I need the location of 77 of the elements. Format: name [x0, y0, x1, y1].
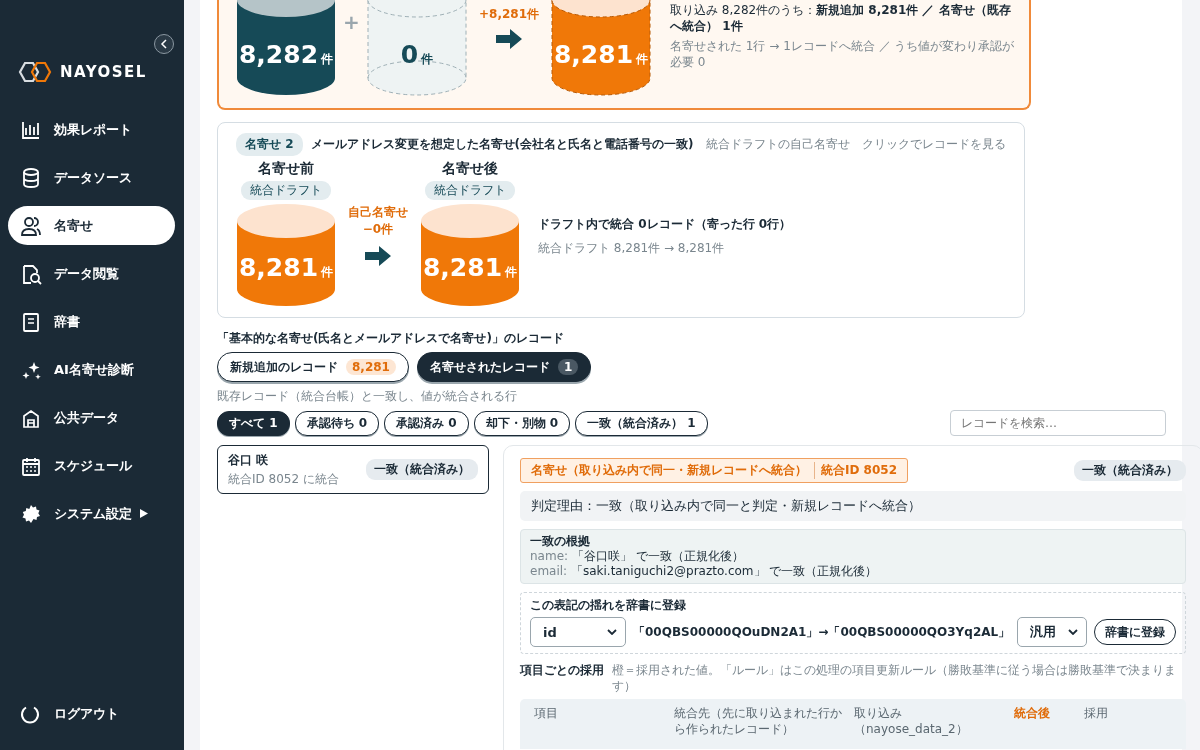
stage-tag: 統合ドラフト: [241, 181, 331, 200]
count-badge: 8,281: [346, 359, 396, 375]
column-header: 統合後: [1014, 705, 1051, 722]
evidence-title: 一致の根拠: [530, 534, 591, 549]
record-name: 谷口 咲: [228, 451, 270, 469]
evidence-line: name: 「谷口咲」 で一致（正規化後）: [530, 549, 745, 564]
filter-chip[interactable]: 承認待ち 0: [294, 410, 380, 436]
summary-text: ドラフト内で統合 0レコード（寄った行 0行）: [538, 216, 792, 233]
record-count: 8,282 件: [238, 40, 334, 69]
logout-link[interactable]: ログアウト: [20, 704, 184, 724]
note-text: 統合ドラフトの自己名寄せ: [705, 136, 850, 153]
document-search-icon: [20, 262, 42, 285]
nav-item[interactable]: データソース: [8, 158, 175, 197]
detail-text: 統合ドラフト 8,281件 → 8,281件: [538, 240, 726, 257]
nav-item[interactable]: 公共データ: [8, 398, 175, 437]
arrow-icon: [365, 246, 391, 266]
nav-item[interactable]: スケジュール: [8, 446, 175, 485]
column-header: 項目: [534, 705, 559, 722]
stage-heading: 名寄せ後: [442, 160, 498, 178]
chevron-left-icon: [160, 39, 168, 49]
nav-item[interactable]: AI名寄せ診断: [8, 350, 175, 389]
stage-badge: 名寄せ 2: [236, 133, 303, 156]
record-list-item[interactable]: 谷口 咲 統合ID 8052 に統合 一致（統合済み）: [217, 445, 489, 494]
people-icon: [20, 214, 42, 237]
nav-item[interactable]: データ閲覧: [8, 254, 175, 293]
column-header: 統合先（先に取り込まれた行から作られたレコード）: [674, 705, 843, 738]
evidence-line: email: 「saki.taniguchi2@prazto.com」 で一致（正規化後）: [530, 564, 879, 579]
stage-title: メールアドレス変更を想定した名寄せ(会社名と氏名と電話番号の一致): [310, 136, 694, 153]
scope-select[interactable]: 汎用: [1017, 617, 1088, 647]
arrow-icon: [496, 29, 522, 49]
logo-text: NAYOSEL: [60, 63, 147, 81]
search-field[interactable]: レコードを検索…: [950, 410, 1166, 436]
logo-icon: [18, 61, 52, 83]
nav-item[interactable]: 辞書: [8, 302, 175, 341]
merge-type-tag: 名寄せ（取り込み内で同一・新規レコードへ統合） 統合ID 8052: [520, 458, 908, 483]
register-button[interactable]: 辞書に登録: [1094, 619, 1177, 645]
nav-item[interactable]: 効果レポート: [8, 110, 175, 149]
note-text: クリックでレコードを見る: [861, 136, 1006, 153]
column-header: 採用: [1084, 705, 1109, 722]
record-type-toggle[interactable]: 新規追加のレコード 8,281: [217, 352, 409, 382]
adoption-title: 項目ごとの採用: [520, 662, 604, 679]
nav-item[interactable]: 名寄せ: [8, 206, 175, 245]
detail-text: 名寄せされた 1行 → 1レコードへ統合 ／ うち値が変わり承認が必要 0: [670, 39, 1016, 71]
record-count: 8,281 件: [422, 253, 518, 282]
merge-label: 自己名寄せ: [348, 204, 408, 221]
status-pill: 一致（統合済み）: [1074, 460, 1187, 481]
record-count: 0 件: [400, 40, 434, 69]
field-select[interactable]: id: [530, 617, 626, 647]
filter-chip[interactable]: すべて 1: [217, 410, 290, 436]
chevron-down-icon: [1068, 629, 1079, 635]
database-icon: [20, 166, 42, 189]
mapping-text: 「00QBS00000QOuDN2A1」→「00QBS00000QO3Yq2AL」: [633, 623, 1011, 641]
filter-chip[interactable]: 一致（統合済み） 1: [575, 410, 708, 436]
record-count: 8,281 件: [238, 253, 334, 282]
power-icon: [20, 704, 40, 724]
count-badge: 1: [557, 359, 579, 375]
status-pill: 一致（統合済み）: [366, 459, 478, 480]
merge-label: +8,281件: [479, 6, 539, 23]
record-type-toggle[interactable]: 名寄せされたレコード 1: [416, 352, 592, 382]
column-header: 取り込み（nayose_data_2）: [854, 705, 969, 738]
book-icon: [20, 310, 42, 333]
stage-heading: 名寄せ前: [258, 160, 314, 178]
section-title: 「基本的な名寄せ(氏名とメールアドレスで名寄せ)」のレコード: [217, 330, 565, 347]
merge-label: −0件: [361, 221, 395, 238]
nav-item[interactable]: システム設定: [8, 494, 175, 533]
adoption-note: 橙＝採用された値。「ルール」はこの処理の項目更新ルール（勝敗基準に従う場合は勝敗基準で決まります）: [612, 663, 1177, 695]
chevron-down-icon: [607, 629, 617, 635]
filter-chip[interactable]: 却下・別物 0: [473, 410, 571, 436]
caption-text: 既存レコード（統合台帳）と一致し、値が統合される行: [217, 388, 518, 405]
filter-chip[interactable]: 承認済み 0: [384, 410, 469, 436]
stage-tag: 統合ドラフト: [425, 181, 515, 200]
plus-sign: +: [342, 9, 361, 34]
collapse-button[interactable]: [154, 34, 174, 54]
record-subtext: 統合ID 8052 に統合: [228, 470, 339, 488]
summary-text: 取り込み 8,282件のうち：新規追加 8,281件 ／ 名寄せ（既存へ統合） 1件: [670, 3, 1012, 35]
record-count: 8,281 件: [553, 40, 649, 69]
dictionary-title: この表記の揺れを辞書に登録: [530, 597, 687, 614]
